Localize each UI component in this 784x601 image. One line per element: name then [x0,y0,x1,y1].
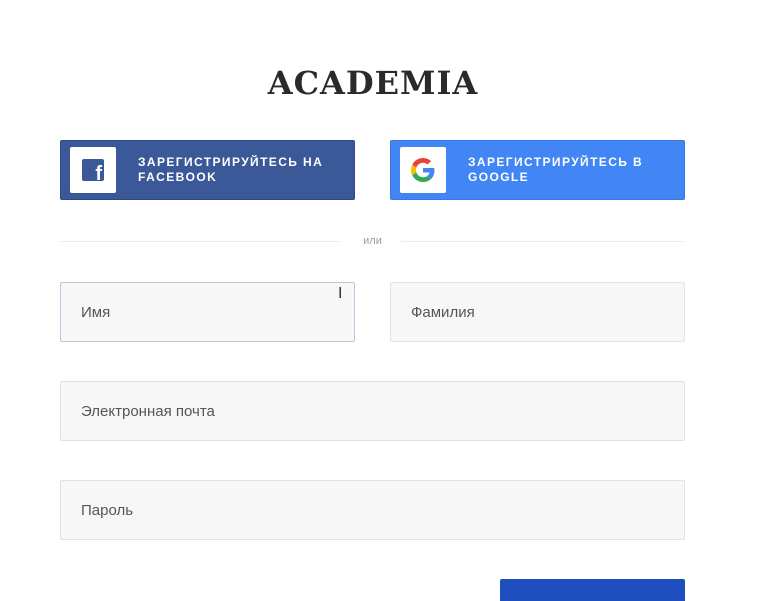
submit-button[interactable] [500,579,685,601]
google-icon-container [400,147,446,193]
facebook-icon-container: f [70,147,116,193]
terms-text-cutoff [60,594,310,598]
facebook-icon: f [82,159,104,181]
password-input[interactable] [60,480,685,540]
google-icon [411,158,435,182]
google-signup-button[interactable]: ЗАРЕГИСТРИРУЙТЕСЬ В GOOGLE [390,140,685,200]
google-signup-label: ЗАРЕГИСТРИРУЙТЕСЬ В GOOGLE [468,155,644,184]
divider-line-right [401,241,685,242]
academia-logo[interactable]: ACADEMIA [0,64,746,102]
facebook-signup-button[interactable]: f ЗАРЕГИСТРИРУЙТЕСЬ НА FACEBOOK [60,140,355,200]
facebook-signup-label: ЗАРЕГИСТРИРУЙТЕСЬ НА FACEBOOK [138,155,324,184]
first-name-input[interactable] [60,282,355,342]
or-divider: или [60,234,685,248]
signup-page: ACADEMIA f ЗАРЕГИСТРИРУЙТЕСЬ НА FACEBOOK… [0,0,784,601]
email-input[interactable] [60,381,685,441]
last-name-input[interactable] [390,282,685,342]
